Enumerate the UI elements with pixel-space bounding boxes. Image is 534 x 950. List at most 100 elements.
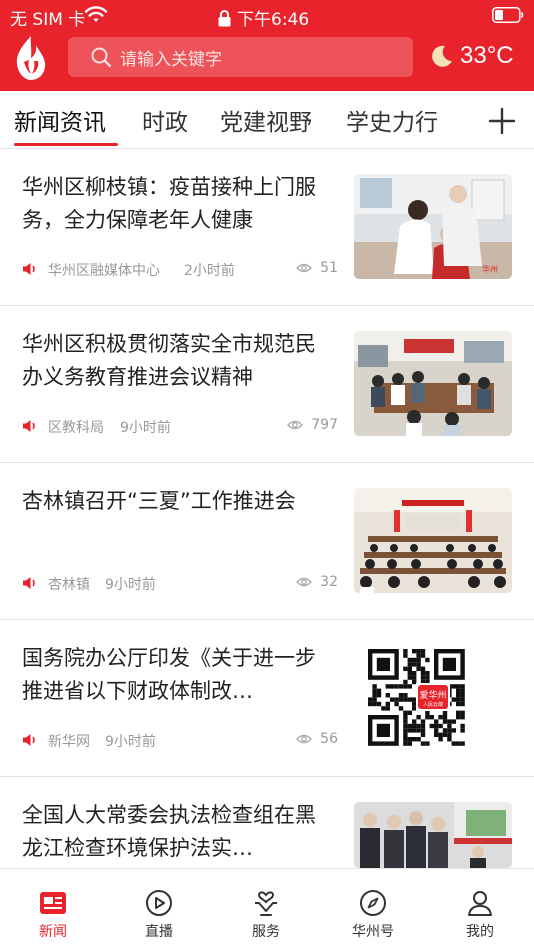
news-source: 新华网 [48,734,90,750]
news-views: 51 [296,260,338,276]
qr-module [407,728,412,733]
qr-module [420,675,426,680]
qr-module [403,693,408,698]
qr-module [438,732,443,737]
news-title[interactable]: 华州区积极贯彻落实全市规范民办义务教育推进会议精神 [22,328,332,394]
news-title[interactable]: 华州区柳枝镇：疫苗接种上门服务，全力保障老年人健康 [22,171,332,237]
carrier-label: 无 SIM 卡 [10,10,86,30]
news-source: 杏林镇 [48,577,90,593]
qr-finder [376,657,390,671]
news-time: 9小时前 [105,577,156,593]
qr-module [434,728,439,733]
nav-huazhou-account[interactable]: 华州号 [338,889,408,941]
bottom-nav: 新闻 直播 服务 华州号 我的 [0,868,534,950]
qr-code: 爱华州 人民云端 [354,645,512,750]
search-icon [91,47,112,68]
qr-module [407,675,412,680]
nav-live[interactable]: 直播 [124,889,194,941]
qr-module [447,719,452,724]
add-channel-icon[interactable] [488,107,516,135]
qr-module [460,710,465,715]
qr-module [416,666,421,671]
moon-icon [432,45,452,67]
qr-module [447,723,452,729]
wifi-icon [84,6,108,22]
qr-module [438,715,443,720]
nav-service[interactable]: 服务 [231,889,301,941]
news-title[interactable]: 国务院办公厅印发《关于进一步推进省以下财政体制改… [22,642,332,708]
qr-module [376,693,382,698]
qr-module [451,728,456,733]
qr-module [456,715,461,720]
qr-module [460,688,465,693]
qr-module [416,649,421,654]
speaker-icon[interactable] [22,262,38,276]
news-item[interactable]: 国务院办公厅印发《关于进一步推进省以下财政体制改… 新华网 9小时前 56 爱华… [0,620,534,777]
news-item[interactable]: 华州区柳枝镇：疫苗接种上门服务，全力保障老年人健康 华州区融媒体中心 2小时前 … [0,149,534,306]
news-thumbnail[interactable]: 华州 [354,174,512,279]
qr-module [429,715,434,720]
qr-module [451,684,456,689]
tab-history-study[interactable]: 学史力行 [346,103,438,137]
qr-module [412,649,417,654]
status-time: 下午6:46 [237,10,310,30]
qr-module [447,728,452,733]
qr-module [403,679,408,685]
qr-module [412,723,417,729]
nav-label: 服务 [252,924,280,940]
news-item[interactable]: 华州区积极贯彻落实全市规范民办义务教育推进会议精神 区教科局 9小时前 797 [0,306,534,463]
qr-module [456,688,461,693]
qr-module [442,710,448,715]
qr-module [407,741,412,746]
qr-module [456,684,461,689]
news-item[interactable]: 杏林镇召开“三夏”工作推进会 杏林镇 9小时前 32 [0,463,534,620]
qr-module [460,723,465,729]
qr-module [420,649,426,654]
news-thumbnail[interactable] [354,488,512,593]
qr-module [456,693,461,698]
qr-module [460,693,465,698]
qr-module [376,701,382,707]
qr-module [429,723,434,729]
news-title[interactable]: 杏林镇召开“三夏”工作推进会 [22,485,332,518]
news-source: 区教科局 [48,420,104,436]
qr-module [412,662,417,667]
tab-news[interactable]: 新闻资讯 [14,103,106,137]
vaccination-photo: 华州 [354,174,512,279]
qr-module [460,715,465,720]
speaker-icon[interactable] [22,419,38,433]
news-thumbnail[interactable] [354,331,512,436]
weather-widget[interactable]: 33°C [430,42,514,70]
qr-module [460,684,465,689]
nav-mine[interactable]: 我的 [445,889,515,941]
qr-module [390,684,395,689]
tab-party-building[interactable]: 党建视野 [220,103,312,137]
speaker-icon[interactable] [22,576,38,590]
qr-module [407,697,412,702]
qr-module [425,715,430,720]
news-thumbnail[interactable]: 爱华州 人民云端 [354,645,512,750]
lock-icon [218,9,231,26]
news-title[interactable]: 全国人大常委会执法检查组在黑龙江检查环境保护法实… [22,799,332,865]
qr-module [420,741,426,746]
qr-badge-title: 爱华州 [419,689,446,701]
app-logo-icon[interactable] [12,34,50,82]
qr-module [416,737,421,742]
qr-module [412,657,417,663]
nav-news[interactable]: 新闻 [18,889,88,941]
search-input[interactable]: 请输入关键字 [68,37,413,77]
qr-module [407,671,412,676]
status-bar: 无 SIM 卡 下午6:46 [0,0,534,32]
news-thumbnail[interactable] [354,802,512,868]
qr-module [372,688,377,693]
qr-module [412,697,417,702]
qr-module [394,697,399,702]
battery-icon [492,7,524,23]
qr-badge-sub: 人民云端 [423,701,443,708]
views-count: 797 [311,417,338,433]
tab-politics[interactable]: 时政 [142,103,188,137]
qr-module [407,684,412,689]
speaker-icon[interactable] [22,733,38,747]
qr-module [403,737,408,742]
qr-module [420,671,426,676]
